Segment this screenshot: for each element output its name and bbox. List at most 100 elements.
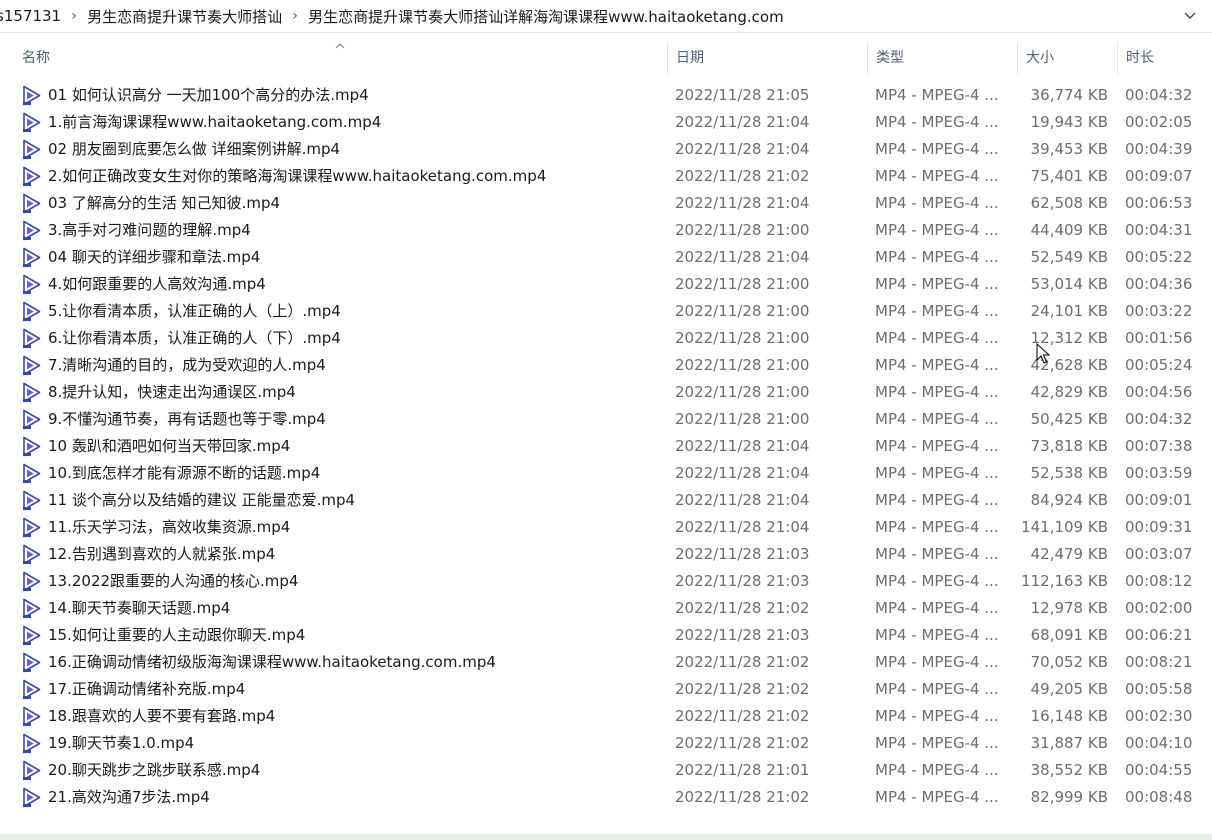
column-header-type[interactable]: 类型 (876, 36, 904, 80)
file-name: 03 了解高分的生活 知己知彼.mp4 (48, 194, 281, 212)
file-row[interactable]: 7.清晰沟通的目的，成为受欢迎的人.mp4 2022/11/28 21:00 MP4… (0, 352, 1212, 379)
file-date: 2022/11/28 21:00 (675, 275, 810, 293)
file-duration: 00:04:39 (1125, 140, 1193, 158)
file-row[interactable]: 20.聊天跳步之跳步联系感.mp4 2022/11/28 21:01 MP4 - M… (0, 757, 1212, 784)
breadcrumb-item-root[interactable]: s157131 (0, 7, 63, 25)
file-date: 2022/11/28 21:04 (675, 140, 810, 158)
file-row[interactable]: 5.让你看清本质，认准正确的人（上）.mp4 2022/11/28 21:00 MP… (0, 298, 1212, 325)
video-file-icon (22, 649, 44, 676)
file-row[interactable]: 4.如何跟重要的人高效沟通.mp4 2022/11/28 21:00 MP4 - M… (0, 271, 1212, 298)
file-duration: 00:09:07 (1125, 167, 1193, 185)
file-type: MP4 - MPEG-4 ... (875, 356, 999, 374)
file-row[interactable]: 17.正确调动情绪补充版.mp4 2022/11/28 21:02 MP4 - MP… (0, 676, 1212, 703)
file-row[interactable]: 13.2022跟重要的人沟通的核心.mp4 2022/11/28 21:03 MP4… (0, 568, 1212, 595)
file-size: 70,052 KB (1030, 653, 1108, 671)
file-date: 2022/11/28 21:04 (675, 194, 810, 212)
column-divider[interactable] (867, 42, 868, 74)
file-date: 2022/11/28 21:02 (675, 653, 810, 671)
file-type: MP4 - MPEG-4 ... (875, 545, 999, 563)
file-date: 2022/11/28 21:04 (675, 248, 810, 266)
column-divider[interactable] (667, 42, 668, 74)
file-date: 2022/11/28 21:02 (675, 707, 810, 725)
file-type: MP4 - MPEG-4 ... (875, 410, 999, 428)
file-name: 02 朋友圈到底要怎么做 详细案例讲解.mp4 (48, 140, 341, 158)
file-duration: 00:03:22 (1125, 302, 1193, 320)
breadcrumb-separator-icon[interactable]: › (284, 8, 306, 24)
file-duration: 00:08:48 (1125, 788, 1193, 806)
file-type: MP4 - MPEG-4 ... (875, 734, 999, 752)
chevron-down-icon[interactable] (1178, 4, 1202, 28)
file-row[interactable]: 11 谈个高分以及结婚的建议 正能量恋爱.mp4 2022/11/28 21:04… (0, 487, 1212, 514)
file-row[interactable]: 16.正确调动情绪初级版海淘课课程www.haitaoketang.com.mp… (0, 649, 1212, 676)
file-size: 42,479 KB (1030, 545, 1108, 563)
file-duration: 00:04:32 (1125, 86, 1193, 104)
column-header-date[interactable]: 日期 (676, 36, 704, 80)
file-row[interactable]: 10.到底怎样才能有源源不断的话题.mp4 2022/11/28 21:04 MP4… (0, 460, 1212, 487)
file-row[interactable]: 1.前言海淘课课程www.haitaoketang.com.mp4 2022/11… (0, 109, 1212, 136)
file-row[interactable]: 2.如何正确改变女生对你的策略海淘课课程www.haitaoketang.com… (0, 163, 1212, 190)
file-duration: 00:05:22 (1125, 248, 1193, 266)
video-file-icon (22, 109, 44, 136)
video-file-icon (22, 703, 44, 730)
file-date: 2022/11/28 21:02 (675, 599, 810, 617)
file-date: 2022/11/28 21:02 (675, 167, 810, 185)
video-file-icon (22, 82, 44, 109)
file-row[interactable]: 11.乐天学习法，高效收集资源.mp4 2022/11/28 21:04 MP4 -… (0, 514, 1212, 541)
breadcrumb-item-current-folder[interactable]: 男生恋商提升课节奏大师搭讪详解海淘课课程www.haitaoketang.com (306, 6, 786, 27)
file-type: MP4 - MPEG-4 ... (875, 140, 999, 158)
video-file-icon (22, 325, 44, 352)
file-row[interactable]: 6.让你看清本质，认准正确的人（下）.mp4 2022/11/28 21:00 MP… (0, 325, 1212, 352)
file-name: 1.前言海淘课课程www.haitaoketang.com.mp4 (48, 113, 382, 131)
file-name: 3.高手对刁难问题的理解.mp4 (48, 221, 251, 239)
file-type: MP4 - MPEG-4 ... (875, 302, 999, 320)
breadcrumb-separator-icon[interactable]: › (63, 8, 85, 24)
file-row[interactable]: 9.不懂沟通节奏，再有话题也等于零.mp4 2022/11/28 21:00 MP4… (0, 406, 1212, 433)
file-row[interactable]: 14.聊天节奏聊天话题.mp4 2022/11/28 21:02 MP4 - MPE… (0, 595, 1212, 622)
column-header-duration[interactable]: 时长 (1126, 36, 1154, 80)
file-row[interactable]: 03 了解高分的生活 知己知彼.mp4 2022/11/28 21:04 MP4 -… (0, 190, 1212, 217)
file-duration: 00:04:56 (1125, 383, 1193, 401)
file-name: 14.聊天节奏聊天话题.mp4 (48, 599, 231, 617)
address-bar[interactable]: s157131 › 男生恋商提升课节奏大师搭讪 › 男生恋商提升课节奏大师搭讪详… (0, 0, 1212, 33)
file-row[interactable]: 10 轰趴和酒吧如何当天带回家.mp4 2022/11/28 21:04 MP4 -… (0, 433, 1212, 460)
file-duration: 00:06:53 (1125, 194, 1193, 212)
file-row[interactable]: 04 聊天的详细步骤和章法.mp4 2022/11/28 21:04 MP4 - M… (0, 244, 1212, 271)
file-row[interactable]: 21.高效沟通7步法.mp4 2022/11/28 21:02 MP4 - MPEG… (0, 784, 1212, 811)
file-duration: 00:05:58 (1125, 680, 1193, 698)
video-file-icon (22, 163, 44, 190)
column-header-size[interactable]: 大小 (1026, 36, 1054, 80)
file-size: 24,101 KB (1030, 302, 1108, 320)
video-file-icon (22, 730, 44, 757)
file-size: 73,818 KB (1030, 437, 1108, 455)
file-size: 42,628 KB (1030, 356, 1108, 374)
file-size: 82,999 KB (1030, 788, 1108, 806)
file-duration: 00:02:05 (1125, 113, 1193, 131)
file-size: 75,401 KB (1030, 167, 1108, 185)
file-duration: 00:04:10 (1125, 734, 1193, 752)
file-row[interactable]: 01 如何认识高分 一天加100个高分的办法.mp4 2022/11/28 21:… (0, 82, 1212, 109)
file-duration: 00:04:36 (1125, 275, 1193, 293)
file-row[interactable]: 19.聊天节奏1.0.mp4 2022/11/28 21:02 MP4 - MPEG… (0, 730, 1212, 757)
video-file-icon (22, 352, 44, 379)
file-duration: 00:04:31 (1125, 221, 1193, 239)
column-divider[interactable] (1117, 42, 1118, 74)
file-date: 2022/11/28 21:01 (675, 761, 810, 779)
file-type: MP4 - MPEG-4 ... (875, 626, 999, 644)
file-row[interactable]: 15.如何让重要的人主动跟你聊天.mp4 2022/11/28 21:03 MP4 … (0, 622, 1212, 649)
file-name: 11.乐天学习法，高效收集资源.mp4 (48, 518, 291, 536)
breadcrumb-item-course[interactable]: 男生恋商提升课节奏大师搭讪 (85, 6, 284, 27)
file-size: 12,978 KB (1030, 599, 1108, 617)
video-file-icon (22, 298, 44, 325)
file-size: 141,109 KB (1021, 518, 1108, 536)
file-duration: 00:03:07 (1125, 545, 1193, 563)
file-row[interactable]: 8.提升认知，快速走出沟通误区.mp4 2022/11/28 21:00 MP4 -… (0, 379, 1212, 406)
file-duration: 00:06:21 (1125, 626, 1193, 644)
file-name: 10 轰趴和酒吧如何当天带回家.mp4 (48, 437, 291, 455)
column-divider[interactable] (1017, 42, 1018, 74)
file-row[interactable]: 02 朋友圈到底要怎么做 详细案例讲解.mp4 2022/11/28 21:04 M… (0, 136, 1212, 163)
column-header-name[interactable]: 名称 (22, 36, 50, 80)
video-file-icon (22, 676, 44, 703)
file-row[interactable]: 12.告别遇到喜欢的人就紧张.mp4 2022/11/28 21:03 MP4 - … (0, 541, 1212, 568)
file-row[interactable]: 3.高手对刁难问题的理解.mp4 2022/11/28 21:00 MP4 - MP… (0, 217, 1212, 244)
file-row[interactable]: 18.跟喜欢的人要不要有套路.mp4 2022/11/28 21:02 MP4 - … (0, 703, 1212, 730)
